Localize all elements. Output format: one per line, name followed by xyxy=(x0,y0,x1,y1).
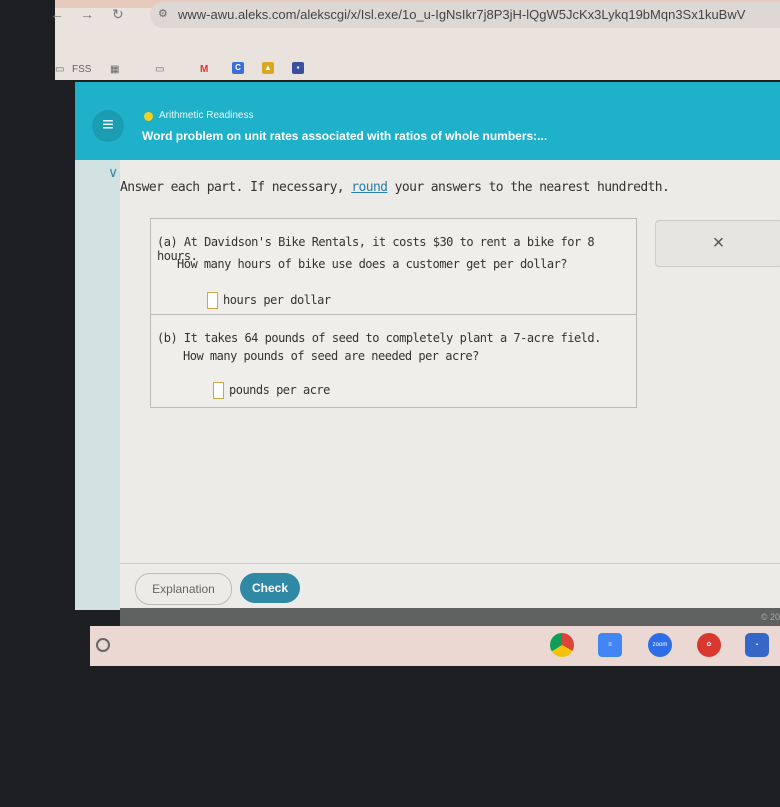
status-dot-icon xyxy=(144,112,153,121)
instructions-text: your answers to the nearest hundredth. xyxy=(387,180,670,195)
unit-label: pounds per acre xyxy=(229,383,330,397)
classroom-icon[interactable]: ▲ xyxy=(262,62,274,74)
clear-button[interactable]: × xyxy=(655,220,780,267)
chrome-icon[interactable] xyxy=(550,633,574,657)
question-b: (b) It takes 64 pounds of seed to comple… xyxy=(157,331,601,345)
round-link[interactable]: round xyxy=(351,180,388,195)
gmail-icon[interactable]: M xyxy=(200,64,208,75)
instructions: Answer each part. If necessary, round yo… xyxy=(120,180,670,195)
taskbar xyxy=(90,626,780,666)
page-title: Word problem on unit rates associated wi… xyxy=(142,129,548,143)
topic-category: Arithmetic Readiness xyxy=(159,110,254,121)
forward-icon[interactable]: → xyxy=(80,6,94,22)
folder-icon: ▭ xyxy=(55,64,65,75)
docs-icon[interactable]: ≡ xyxy=(598,633,622,657)
explanation-button[interactable]: Explanation xyxy=(135,573,232,605)
chevron-down-icon[interactable]: ∨ xyxy=(108,164,118,181)
divider xyxy=(120,563,780,564)
sis-icon[interactable]: ▪ xyxy=(292,62,304,74)
bookmark-fss[interactable]: FSS xyxy=(72,64,91,75)
menu-icon[interactable]: ≡ xyxy=(92,110,124,142)
site-settings-icon[interactable]: ⚙ xyxy=(158,7,168,20)
address-bar[interactable]: ⚙ www-awu.aleks.com/alekscgi/x/Isl.exe/1o… xyxy=(150,2,780,28)
zoom-icon[interactable]: zoom xyxy=(648,633,672,657)
part-label: (a) xyxy=(157,235,178,249)
question-text: How many pounds of seed are needed per a… xyxy=(183,349,479,363)
app-icon[interactable]: ✿ xyxy=(697,633,721,657)
classroom-c-icon[interactable]: C xyxy=(232,62,244,74)
app-icon[interactable]: ▪ xyxy=(745,633,769,657)
answer-input-b[interactable] xyxy=(213,382,224,399)
reload-icon[interactable]: ↻ xyxy=(112,6,124,23)
apps-icon[interactable]: ▦ xyxy=(110,64,119,75)
divider xyxy=(151,314,636,315)
check-button[interactable]: Check xyxy=(240,573,300,603)
bookmark-folder-icon[interactable]: ▭ xyxy=(155,64,164,75)
unit-label: hours per dollar xyxy=(223,293,331,307)
question-text: It takes 64 pounds of seed to completely… xyxy=(183,331,601,345)
question-box: (a) At Davidson's Bike Rentals, it costs… xyxy=(150,218,637,408)
part-label: (b) xyxy=(157,331,178,345)
answer-input-a[interactable] xyxy=(207,292,218,309)
question-text: How many hours of bike use does a custom… xyxy=(177,257,568,271)
aleks-header xyxy=(75,82,780,160)
launcher-icon[interactable] xyxy=(96,638,110,652)
footer: © 20 xyxy=(120,608,780,626)
instructions-text: Answer each part. If necessary, xyxy=(120,180,352,195)
side-strip xyxy=(75,160,120,610)
back-icon[interactable]: ← xyxy=(50,6,64,22)
